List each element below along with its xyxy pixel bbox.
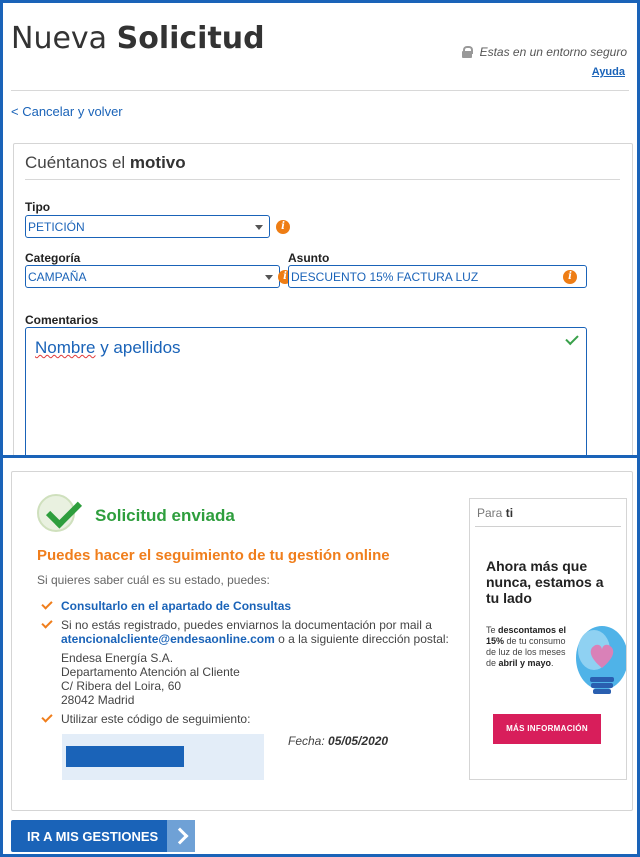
section-title-bold: motivo — [129, 153, 186, 172]
promo-title: Ahora más que nunca, estamos a tu lado — [486, 558, 604, 606]
mail-option-part1: Si no estás registrado, puedes enviarnos… — [61, 618, 432, 632]
section-title: Cuéntanos el motivo — [25, 153, 186, 173]
section-title-light: Cuéntanos el — [25, 153, 126, 172]
lightbulb-heart-icon — [576, 626, 626, 694]
bullet-check-icon — [41, 617, 53, 629]
checkmark-icon — [565, 331, 579, 346]
comentarios-value-word1: Nombre — [35, 338, 96, 357]
bullet-check-icon — [41, 711, 53, 723]
promo-text-part: abril y mayo — [498, 658, 552, 668]
mail-option-text: Si no estás registrado, puedes enviarnos… — [61, 618, 471, 646]
confirmation-panel: Solicitud enviada Puedes hacer el seguim… — [0, 455, 640, 857]
secure-environment-notice: Estas en un entorno seguro — [461, 45, 627, 59]
info-icon[interactable]: i — [563, 270, 577, 284]
tipo-select[interactable]: PETICIÓN — [25, 215, 270, 238]
address-line: Endesa Energía S.A. — [61, 651, 174, 665]
cancel-and-back-link[interactable]: < Cancelar y volver — [11, 104, 123, 119]
categoria-select-value: CAMPAÑA — [28, 270, 87, 284]
bullet-check-icon — [41, 598, 53, 610]
consultas-link[interactable]: Consultarlo en el apartado de Consultas — [61, 599, 291, 613]
comentarios-value: Nombre y apellidos — [35, 338, 181, 358]
tipo-label: Tipo — [25, 200, 51, 214]
promo-heading: Para ti — [477, 506, 513, 520]
success-check-icon — [37, 494, 75, 532]
confirmation-card: Solicitud enviada Puedes hacer el seguim… — [11, 471, 633, 811]
help-link[interactable]: Ayuda — [592, 66, 625, 78]
tracking-code-label: Utilizar este código de seguimiento: — [61, 712, 251, 726]
chevron-down-icon — [265, 275, 273, 280]
page-title: Nueva Solicitud — [11, 21, 265, 56]
follow-up-hint: Si quieres saber cuál es su estado, pued… — [37, 573, 270, 587]
address-line: C/ Ribera del Loira, 60 — [61, 679, 182, 693]
request-form-panel: Nueva Solicitud Estas en un entorno segu… — [0, 0, 640, 455]
secure-text: Estas en un entorno seguro — [479, 45, 627, 59]
chevron-right-icon — [167, 820, 195, 852]
categoria-select[interactable]: CAMPAÑA — [25, 265, 280, 288]
comentarios-textarea[interactable]: Nombre y apellidos — [25, 327, 587, 455]
chevron-down-icon — [255, 225, 263, 230]
divider — [11, 90, 629, 91]
page-title-light: Nueva — [11, 21, 108, 56]
divider — [25, 179, 620, 180]
address-line: Departamento Atención al Cliente — [61, 665, 240, 679]
asunto-input[interactable]: DESCUENTO 15% FACTURA LUZ — [288, 265, 587, 288]
tracking-code-redacted — [66, 746, 184, 767]
asunto-input-value: DESCUENTO 15% FACTURA LUZ — [291, 270, 479, 284]
tipo-select-value: PETICIÓN — [28, 220, 85, 234]
promo-heading-light: Para — [477, 506, 503, 520]
promo-banner: Para ti Ahora más que nunca, estamos a t… — [469, 498, 627, 780]
confirmation-title: Solicitud enviada — [95, 506, 235, 525]
comentarios-value-rest: y apellidos — [95, 338, 181, 357]
date-value: 05/05/2020 — [328, 734, 389, 748]
asunto-label: Asunto — [288, 251, 330, 265]
go-to-my-requests-button[interactable]: IR A MIS GESTIONES — [11, 820, 195, 852]
postal-address: Endesa Energía S.A. Departamento Atenció… — [61, 651, 240, 707]
page-title-bold: Solicitud — [116, 21, 265, 56]
reason-form-card: Cuéntanos el motivo Tipo PETICIÓN i Cate… — [13, 143, 633, 455]
promo-text-part: Te — [486, 625, 499, 635]
mail-option-part2: o a la siguiente dirección postal: — [274, 632, 449, 646]
comentarios-label: Comentarios — [25, 313, 99, 327]
follow-up-title: Puedes hacer el seguimiento de tu gestió… — [37, 547, 390, 564]
promo-text: Te descontamos el 15% de tu consumo de l… — [486, 625, 576, 669]
categoria-label: Categoría — [25, 251, 81, 265]
promo-heading-bold: ti — [505, 506, 514, 520]
tracking-code-box — [62, 734, 264, 780]
address-line: 28042 Madrid — [61, 693, 135, 707]
support-email-link[interactable]: atencionalcliente@endesaonline.com — [61, 632, 275, 646]
divider — [475, 526, 621, 527]
request-date: Fecha: 05/05/2020 — [288, 734, 388, 748]
cta-label: IR A MIS GESTIONES — [27, 829, 159, 844]
more-info-button[interactable]: MÁS INFORMACIÓN — [493, 714, 601, 744]
lock-icon — [461, 46, 473, 58]
date-label: Fecha: — [288, 734, 325, 748]
info-icon[interactable]: i — [276, 220, 290, 234]
promo-text-part: . — [551, 658, 554, 668]
